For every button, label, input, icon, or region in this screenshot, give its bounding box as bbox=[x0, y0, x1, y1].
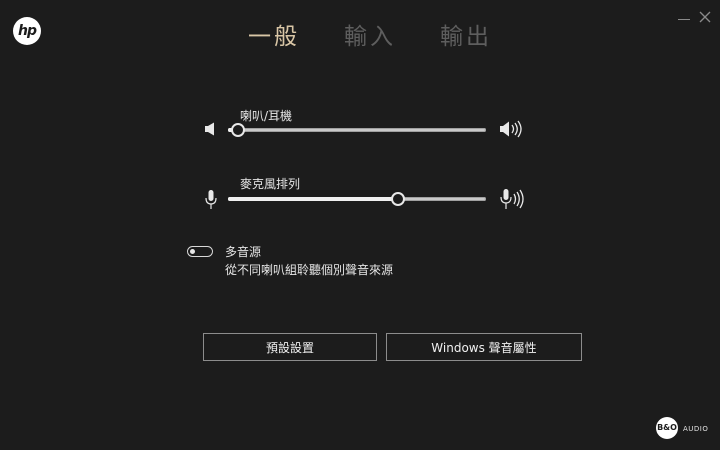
microphone-label: 麥克風排列 bbox=[240, 177, 301, 191]
multi-stream-toggle-knob bbox=[190, 249, 195, 254]
speaker-low-icon[interactable] bbox=[204, 122, 218, 136]
bo-logo: B&O bbox=[656, 417, 678, 439]
speaker-high-icon[interactable] bbox=[499, 120, 525, 138]
tab-general[interactable]: 一般 bbox=[248, 17, 300, 51]
hp-audio-control-window: hp 一般 輸入 輸出 喇叭/耳機 麥克風排列 多音源 從不同喇叭組聆聽個別聲音… bbox=[0, 0, 720, 450]
bo-logo-text: B&O bbox=[657, 423, 677, 432]
speaker-volume-slider[interactable] bbox=[228, 123, 486, 137]
default-settings-button[interactable]: 預設設置 bbox=[203, 333, 377, 361]
microphone-volume-thumb[interactable] bbox=[391, 192, 405, 206]
tab-bar: 一般 輸入 輸出 bbox=[0, 17, 720, 51]
bo-audio-label: AUDIO bbox=[683, 425, 709, 433]
multi-stream-description: 從不同喇叭組聆聽個別聲音來源 bbox=[225, 263, 394, 277]
microphone-volume-slider[interactable] bbox=[228, 192, 486, 206]
speaker-label: 喇叭/耳機 bbox=[240, 109, 293, 123]
close-icon[interactable] bbox=[697, 9, 713, 25]
microphone-low-icon[interactable] bbox=[204, 189, 218, 211]
windows-sound-properties-button[interactable]: Windows 聲音屬性 bbox=[386, 333, 582, 361]
microphone-volume-fill bbox=[228, 197, 398, 201]
speaker-volume-thumb[interactable] bbox=[231, 123, 245, 137]
multi-stream-toggle[interactable] bbox=[187, 246, 213, 257]
tab-output[interactable]: 輸出 bbox=[440, 17, 492, 51]
minimize-icon[interactable] bbox=[678, 19, 690, 20]
tab-input[interactable]: 輸入 bbox=[344, 17, 396, 51]
microphone-high-icon[interactable] bbox=[499, 188, 527, 212]
multi-stream-title: 多音源 bbox=[225, 245, 262, 259]
